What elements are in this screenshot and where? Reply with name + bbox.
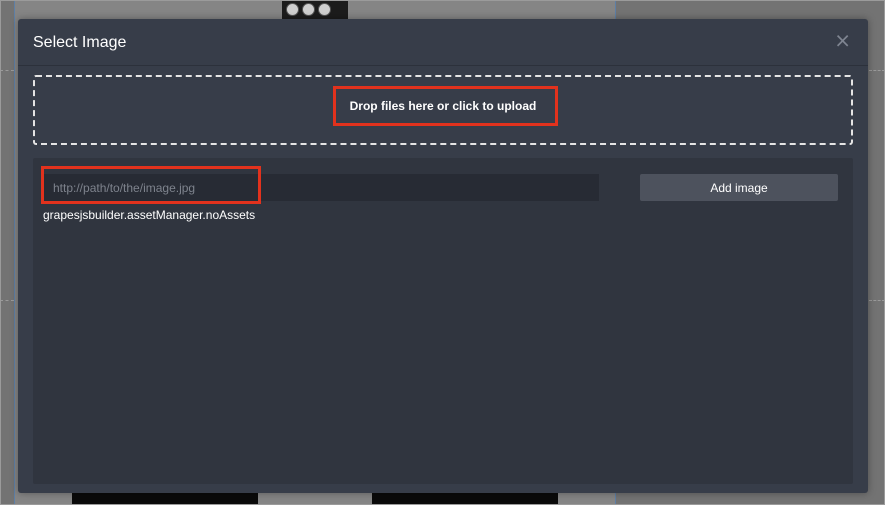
canvas-dark-block — [372, 493, 558, 505]
canvas-guide — [869, 300, 885, 302]
modal-title: Select Image — [33, 34, 127, 51]
asset-manager-modal: Select Image ⨯ Drop files here or click … — [18, 19, 868, 493]
add-image-button[interactable]: Add image — [640, 174, 838, 201]
no-assets-message: grapesjsbuilder.assetManager.noAssets — [43, 208, 256, 222]
image-url-input[interactable] — [43, 174, 599, 201]
canvas-dark-block — [72, 493, 258, 505]
canvas-guide — [0, 70, 14, 72]
assets-panel: Add image grapesjsbuilder.assetManager.n… — [33, 158, 853, 484]
canvas-guide — [869, 70, 885, 72]
canvas-image-thumbnail — [282, 0, 348, 20]
modal-header: Select Image ⨯ — [18, 19, 868, 66]
close-icon[interactable]: ⨯ — [834, 31, 851, 51]
canvas-guide — [0, 300, 14, 302]
upload-dropzone[interactable]: Drop files here or click to upload — [33, 75, 853, 145]
dropzone-label: Drop files here or click to upload — [349, 99, 537, 113]
